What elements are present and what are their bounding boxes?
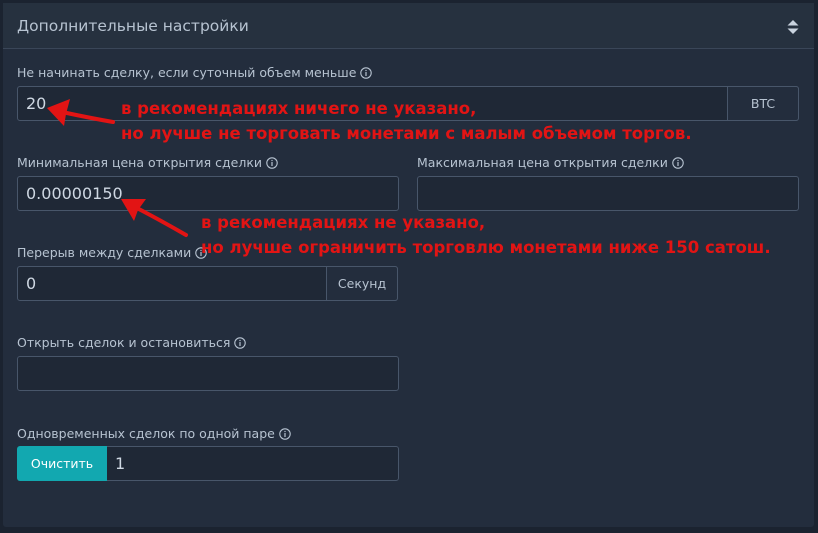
arrow-icon (121, 199, 188, 237)
annotation-arrows (47, 99, 188, 237)
arrow-icon (47, 99, 115, 126)
